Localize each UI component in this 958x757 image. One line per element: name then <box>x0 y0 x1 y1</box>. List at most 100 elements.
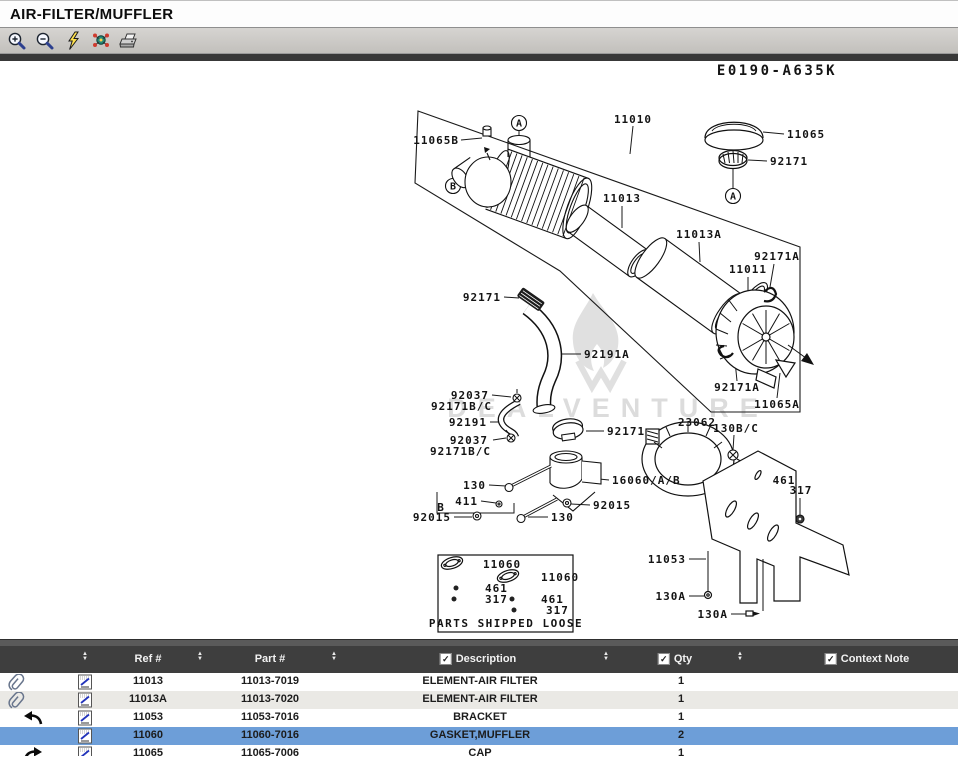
part-cell: 11013-7019 <box>241 675 299 687</box>
column-header-ref[interactable]: Ref # <box>135 653 162 665</box>
table-row[interactable]: 1101311013-7019ELEMENT-AIR FILTER1 <box>0 673 958 691</box>
zoom-out-icon <box>35 31 55 51</box>
detail-doc-icon <box>78 728 93 744</box>
qty-checkbox[interactable]: ✓ <box>658 653 670 665</box>
qty-cell: 2 <box>678 729 684 741</box>
part-cell: 11053-7016 <box>241 711 299 723</box>
part-label[interactable]: 11065B <box>413 134 459 147</box>
part-label[interactable]: 317 <box>546 604 569 617</box>
description-cell: GASKET,MUFFLER <box>430 729 530 741</box>
part-label[interactable]: 11065 <box>787 128 825 141</box>
arrow-redo-icon <box>22 746 44 756</box>
table-row[interactable]: 1105311053-7016BRACKET1 <box>0 709 958 727</box>
part-label[interactable]: 92171 <box>463 291 501 304</box>
part-label[interactable]: 16060/A/B <box>612 474 681 487</box>
part-cell: 11013-7020 <box>241 693 299 705</box>
exploded-diagram: DEALVENTURE <box>0 61 958 639</box>
part-label[interactable]: 130B/C <box>713 422 759 435</box>
ref-cell: 11065 <box>133 747 163 756</box>
part-label[interactable]: 130 <box>463 479 486 492</box>
sort-icon[interactable]: ▲▼ <box>82 652 88 662</box>
description-cell: CAP <box>468 747 491 756</box>
context-note-checkbox[interactable]: ✓ <box>825 653 837 665</box>
part-label[interactable]: 11013 <box>603 192 641 205</box>
description-checkbox[interactable]: ✓ <box>440 653 452 665</box>
toolbar-divider <box>0 54 958 61</box>
toolbar <box>0 28 958 54</box>
paperclip-icon <box>5 674 29 691</box>
part-label[interactable]: 92015 <box>413 511 451 524</box>
column-header-description[interactable]: ✓Description <box>440 653 517 665</box>
part-cell: 11065-7006 <box>241 747 299 756</box>
part-label[interactable]: 92191 <box>449 416 487 429</box>
sort-icon[interactable]: ▲▼ <box>331 652 337 662</box>
print-button[interactable] <box>118 30 140 52</box>
part-label[interactable]: 11060 <box>541 571 579 584</box>
part-label[interactable]: PARTS SHIPPED LOOSE <box>429 617 583 630</box>
part-label[interactable]: 92171 <box>607 425 645 438</box>
table-row[interactable]: 11013A11013-7020ELEMENT-AIR FILTER1 <box>0 691 958 709</box>
watermark-text: DEALVENTURE <box>447 393 769 423</box>
part-label[interactable]: A <box>516 119 522 130</box>
ref-cell: 11013 <box>133 675 163 687</box>
qty-cell: 1 <box>678 675 684 687</box>
detail-doc-icon <box>78 746 93 756</box>
ref-cell: 11013A <box>129 693 167 705</box>
part-label[interactable]: 130 <box>551 511 574 524</box>
table-body: 11013 11013-7019 ELEMENT-AIR FILTER 1 11013A… <box>0 673 958 756</box>
part-label[interactable]: 11013A <box>676 228 722 241</box>
part-label[interactable]: 92171B/C <box>430 445 491 458</box>
part-label[interactable]: E0190-A635K <box>717 63 837 79</box>
part-label[interactable]: 317 <box>790 484 813 497</box>
part-label[interactable]: 23062 <box>678 416 716 429</box>
arrow-undo-cell[interactable] <box>22 710 44 728</box>
column-header-qty[interactable]: ✓Qty <box>658 653 692 665</box>
part-label[interactable]: 92171B/C <box>431 400 492 413</box>
cap-11065 <box>705 122 763 150</box>
table-row[interactable]: 1106511065-7006CAP1 <box>0 745 958 756</box>
related-parts-icon <box>91 31 111 50</box>
part-label[interactable]: B <box>450 182 456 193</box>
table-row[interactable]: 11060 11060-7016 GASKET,MUFFLER 2 <box>0 727 958 745</box>
hotspot-mode-button[interactable] <box>62 30 84 52</box>
part-label[interactable]: A <box>730 192 736 203</box>
description-cell: BRACKET <box>453 711 507 723</box>
sort-icon[interactable]: ▲▼ <box>737 652 743 662</box>
part-label[interactable]: 92171A <box>714 381 760 394</box>
zoom-out-button[interactable] <box>34 30 56 52</box>
part-label[interactable]: 92171A <box>754 250 800 263</box>
part-label[interactable]: 11010 <box>614 113 652 126</box>
part-label[interactable]: 92191A <box>584 348 630 361</box>
arrow-undo-icon <box>22 710 44 725</box>
print-icon <box>119 32 140 50</box>
part-label[interactable]: 411 <box>455 495 478 508</box>
part-label[interactable]: 130A <box>656 590 687 603</box>
zoom-in-button[interactable] <box>6 30 28 52</box>
part-label[interactable]: 92015 <box>593 499 631 512</box>
part-label[interactable]: 11011 <box>729 263 767 276</box>
column-header-context-note[interactable]: ✓Context Note <box>825 653 909 665</box>
part-label[interactable]: 130A <box>698 608 729 621</box>
arrow-redo-cell[interactable] <box>22 746 44 756</box>
part-label[interactable]: 317 <box>485 593 508 606</box>
part-label[interactable]: 92171 <box>770 155 808 168</box>
detail-doc-button[interactable] <box>78 746 93 756</box>
ref-cell: 11060 <box>133 729 163 741</box>
table-divider <box>0 639 958 646</box>
related-parts-button[interactable] <box>90 30 112 52</box>
part-label[interactable]: 11053 <box>648 553 686 566</box>
part-cell: 11060-7016 <box>241 729 299 741</box>
table-header: ▲▼ Ref # ▲▼ Part # ▲▼ ✓Description ▲▼ ✓Q… <box>0 646 958 673</box>
description-cell: ELEMENT-AIR FILTER <box>422 693 537 705</box>
sort-icon[interactable]: ▲▼ <box>197 652 203 662</box>
paperclip-icon <box>5 692 29 709</box>
title-bar: AIR-FILTER/MUFFLER <box>0 0 958 28</box>
sort-icon[interactable]: ▲▼ <box>603 652 609 662</box>
column-header-part[interactable]: Part # <box>255 653 286 665</box>
detail-doc-icon <box>78 692 93 708</box>
ref-cell: 11053 <box>133 711 163 723</box>
air-cleaner-cap-11011 <box>716 288 814 388</box>
lightning-icon <box>66 31 81 51</box>
part-label[interactable]: 11065A <box>754 398 800 411</box>
part-label[interactable]: 11060 <box>483 558 521 571</box>
